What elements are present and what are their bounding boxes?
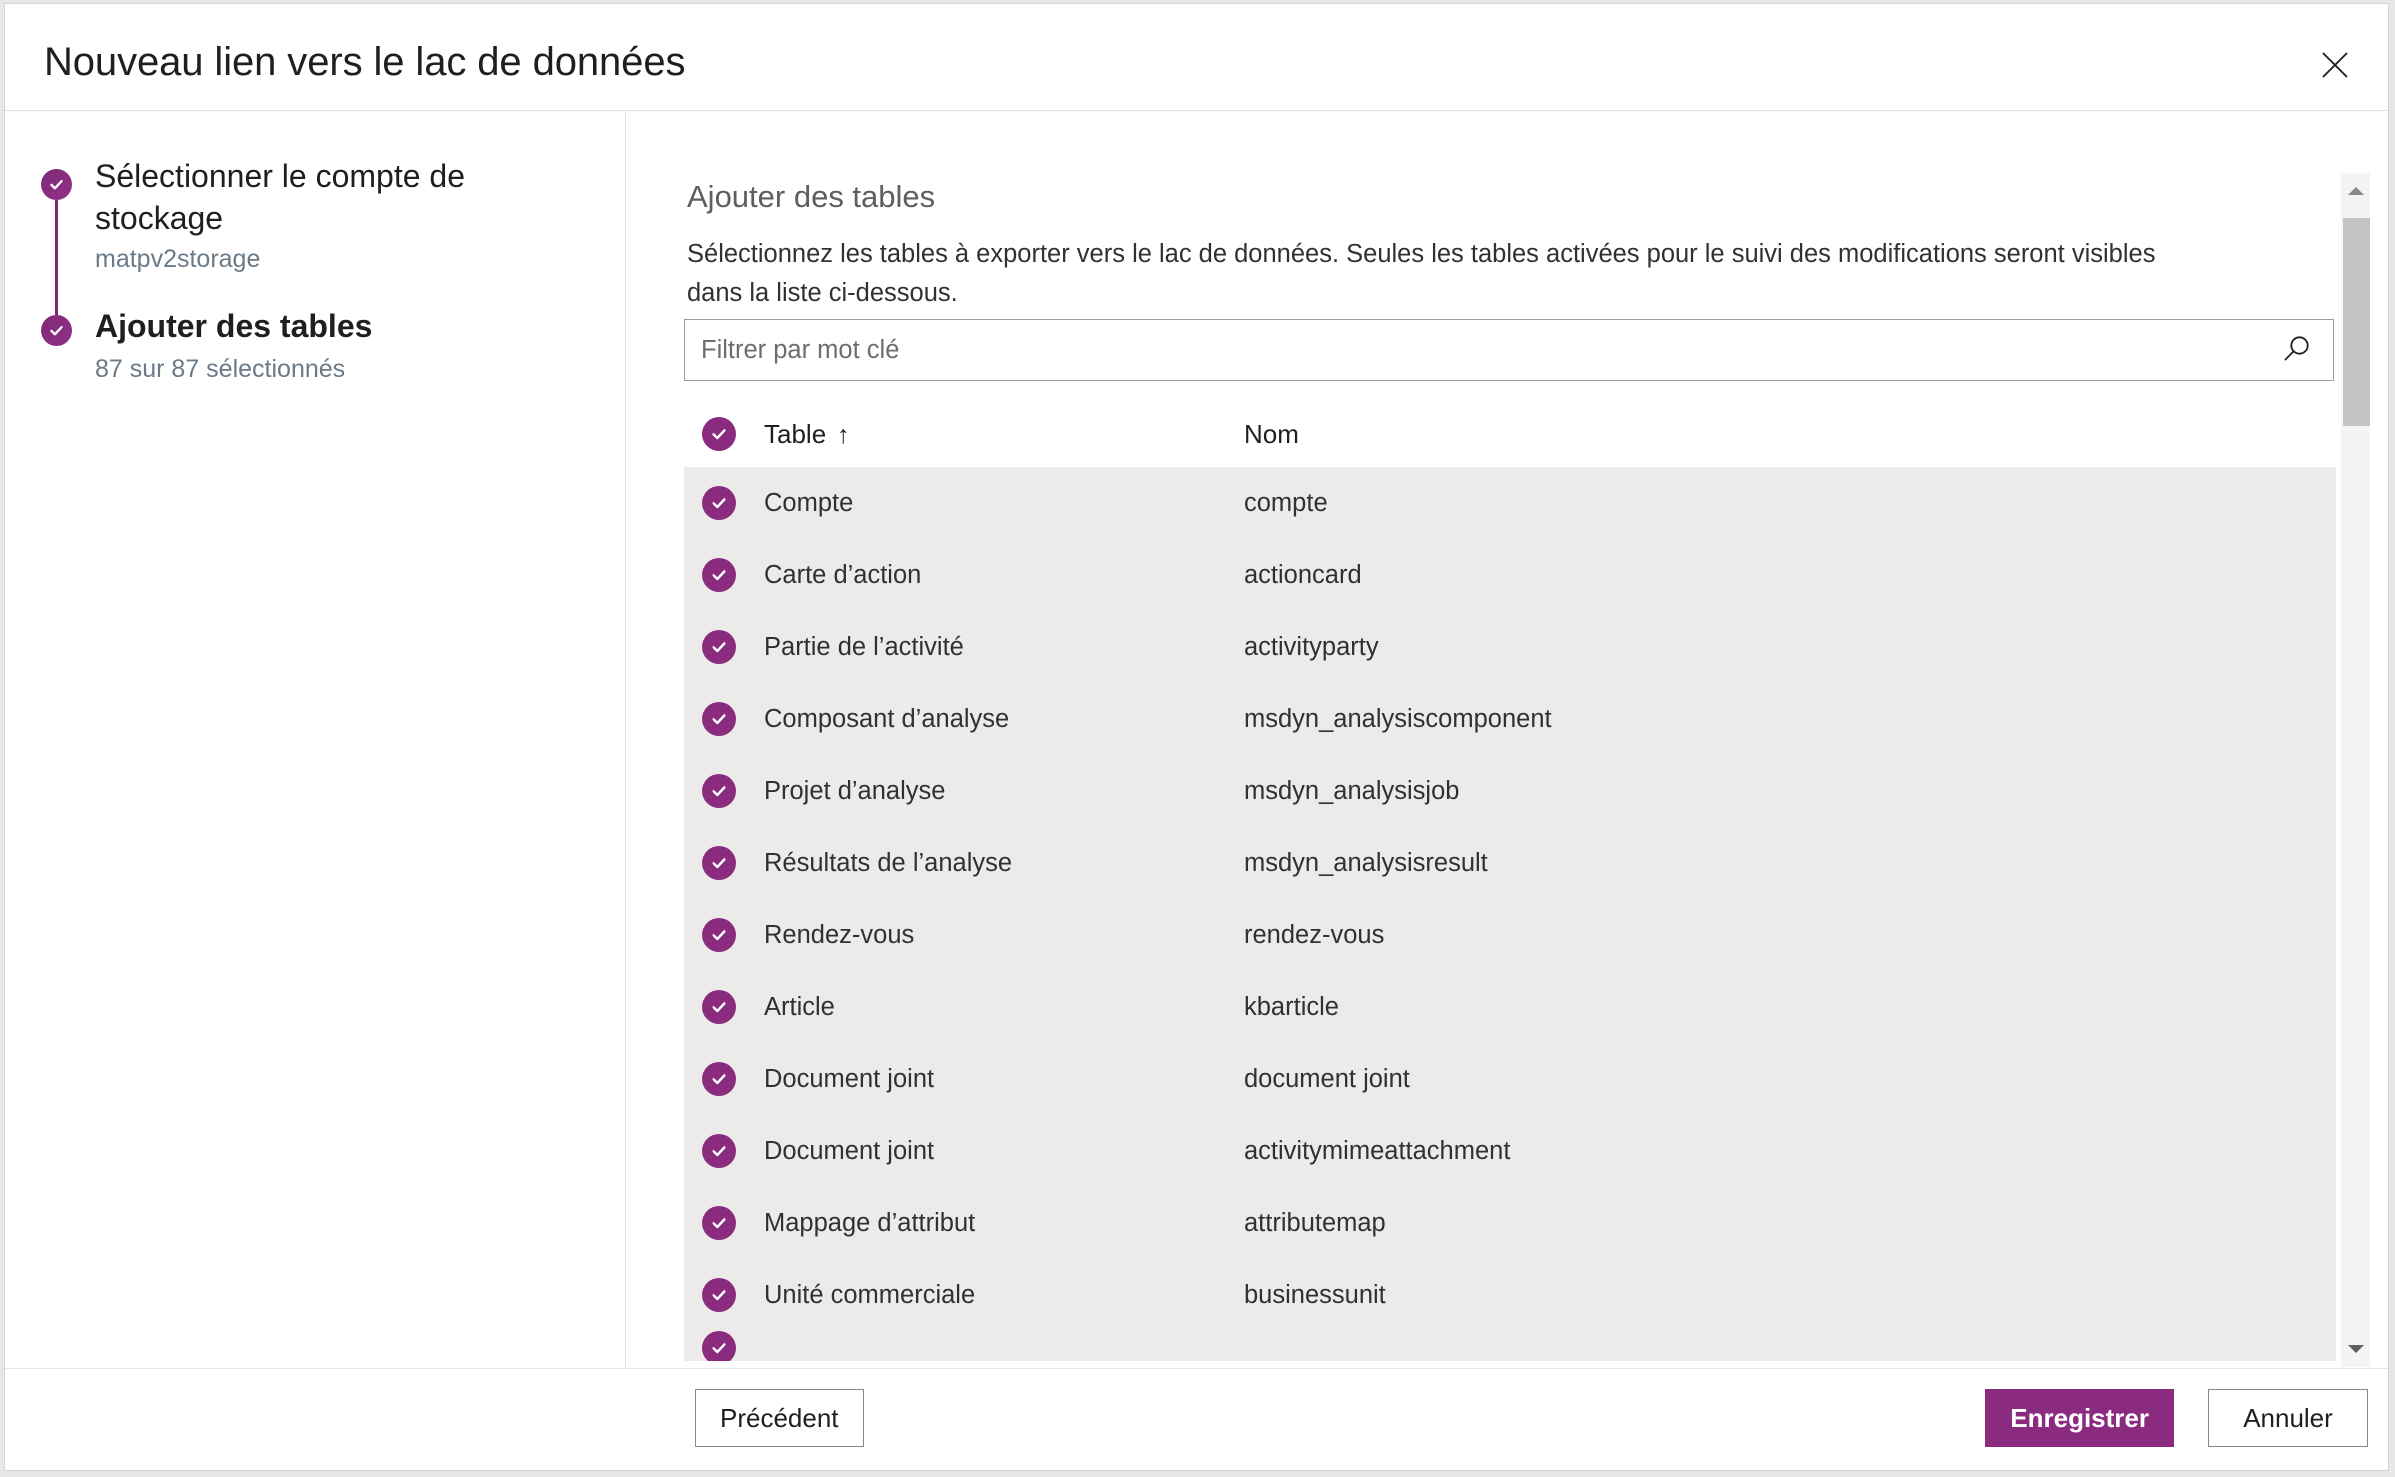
row-check-cell xyxy=(684,630,760,664)
filter-search-box xyxy=(684,319,2334,381)
search-input[interactable] xyxy=(685,320,2245,380)
section-description: Sélectionnez les tables à exporter vers … xyxy=(687,240,2156,307)
row-check-cell xyxy=(684,1331,760,1361)
main-panel: Ajouter des tables Sélectionnez les tabl… xyxy=(626,111,2388,1368)
table-row[interactable]: Document joint document joint xyxy=(684,1043,2336,1115)
row-checkbox[interactable] xyxy=(702,558,736,592)
dialog-header: Nouveau lien vers le lac de données xyxy=(5,4,2388,110)
sidebar-step-title: Sélectionner le compte de stockage xyxy=(95,158,465,236)
row-check-cell xyxy=(684,486,760,520)
cancel-button[interactable]: Annuler xyxy=(2208,1389,2368,1447)
row-nom-label: kbarticle xyxy=(1244,992,1339,1021)
table-row[interactable]: Résultats de l’analyse msdyn_analysisres… xyxy=(684,827,2336,899)
column-header-table[interactable]: Table ↑ xyxy=(760,419,1240,450)
tables-scrollbar[interactable] xyxy=(2341,173,2370,1367)
row-table-label: Document joint xyxy=(764,1064,935,1093)
row-check-cell xyxy=(684,774,760,808)
step-connector-line xyxy=(55,200,58,315)
row-table-label: Compte xyxy=(764,488,854,517)
table-row[interactable]: Composant d’analyse msdyn_analysiscompon… xyxy=(684,683,2336,755)
row-nom-label: document joint xyxy=(1244,1064,1410,1093)
row-nom-label: msdyn_analysisresult xyxy=(1244,848,1488,877)
row-checkbox[interactable] xyxy=(702,846,736,880)
sidebar-step-subtitle: 87 sur 87 sélectionnés xyxy=(95,355,346,383)
previous-button[interactable]: Précédent xyxy=(695,1389,864,1447)
row-check-cell xyxy=(684,702,760,736)
row-check-cell xyxy=(684,918,760,952)
scrollbar-thumb[interactable] xyxy=(2343,218,2370,426)
row-check-cell xyxy=(684,846,760,880)
step-complete-check-icon xyxy=(41,169,72,200)
row-nom-label: activityparty xyxy=(1244,632,1379,661)
search-icon[interactable] xyxy=(2265,320,2327,380)
caret-up-icon[interactable] xyxy=(2341,173,2370,209)
new-data-lake-link-dialog: Nouveau lien vers le lac de données Séle… xyxy=(4,3,2389,1471)
sort-ascending-icon: ↑ xyxy=(837,420,850,449)
row-nom-label: msdyn_analysiscomponent xyxy=(1244,704,1552,733)
table-header-row: Table ↑ Nom xyxy=(684,401,2336,467)
row-checkbox[interactable] xyxy=(702,918,736,952)
row-table-label: Carte d’action xyxy=(764,560,922,589)
row-table-label: Résultats de l’analyse xyxy=(764,848,1013,877)
row-nom-label: compte xyxy=(1244,488,1328,517)
row-table-label: Composant d’analyse xyxy=(764,704,1010,733)
column-header-table-label: Table xyxy=(764,418,827,449)
row-nom-label: msdyn_analysisjob xyxy=(1244,776,1460,805)
table-row[interactable]: Compte compte xyxy=(684,467,2336,539)
caret-down-icon[interactable] xyxy=(2341,1331,2370,1367)
row-checkbox[interactable] xyxy=(702,1278,736,1312)
row-check-cell xyxy=(684,1134,760,1168)
row-checkbox[interactable] xyxy=(702,1134,736,1168)
save-button[interactable]: Enregistrer xyxy=(1985,1389,2174,1447)
table-row[interactable]: Article kbarticle xyxy=(684,971,2336,1043)
row-nom-label: actioncard xyxy=(1244,560,1362,589)
row-checkbox[interactable] xyxy=(702,1206,736,1240)
row-checkbox[interactable] xyxy=(702,486,736,520)
row-check-cell xyxy=(684,1062,760,1096)
row-check-cell xyxy=(684,1206,760,1240)
table-row[interactable]: Partie de l’activité activityparty xyxy=(684,611,2336,683)
row-nom-label: rendez-vous xyxy=(1244,920,1385,949)
table-row[interactable]: Document joint activitymimeattachment xyxy=(684,1115,2336,1187)
row-table-label: Unité commerciale xyxy=(764,1280,976,1309)
row-table-label: Document joint xyxy=(764,1136,935,1165)
table-row[interactable]: Projet d’analyse msdyn_analysisjob xyxy=(684,755,2336,827)
row-check-cell xyxy=(684,558,760,592)
tables-list: Table ↑ Nom Compte compte Carte d’action xyxy=(684,401,2336,1361)
wizard-steps-sidebar: Sélectionner le compte de stockage matpv… xyxy=(5,111,625,1368)
row-checkbox[interactable] xyxy=(702,990,736,1024)
row-checkbox[interactable] xyxy=(702,1331,736,1361)
row-table-label: Article xyxy=(764,992,835,1021)
row-table-label: Partie de l’activité xyxy=(764,632,964,661)
dialog-footer: Précédent Enregistrer Annuler xyxy=(5,1368,2388,1470)
row-check-cell xyxy=(684,1278,760,1312)
section-title: Ajouter des tables xyxy=(687,179,936,214)
table-row[interactable]: Unité commerciale businessunit xyxy=(684,1259,2336,1331)
table-row[interactable]: Mappage d’attribut attributemap xyxy=(684,1187,2336,1259)
footer-divider xyxy=(5,1368,2388,1369)
select-all-cell xyxy=(684,417,760,451)
row-table-label: Mappage d’attribut xyxy=(764,1208,976,1237)
table-row-partial[interactable] xyxy=(684,1331,2336,1361)
sidebar-step-subtitle: matpv2storage xyxy=(95,245,261,273)
row-check-cell xyxy=(684,990,760,1024)
row-nom-label: businessunit xyxy=(1244,1280,1386,1309)
column-header-nom[interactable]: Nom xyxy=(1240,419,2336,450)
row-checkbox[interactable] xyxy=(702,702,736,736)
row-checkbox[interactable] xyxy=(702,774,736,808)
step-current-check-icon xyxy=(41,315,72,346)
table-row[interactable]: Rendez-vous rendez-vous xyxy=(684,899,2336,971)
row-table-label: Rendez-vous xyxy=(764,920,915,949)
page-title: Nouveau lien vers le lac de données xyxy=(44,40,686,84)
table-row[interactable]: Carte d’action actioncard xyxy=(684,539,2336,611)
row-nom-label: attributemap xyxy=(1244,1208,1386,1237)
row-checkbox[interactable] xyxy=(702,1062,736,1096)
table-body: Compte compte Carte d’action actioncard … xyxy=(684,467,2336,1361)
select-all-checkbox[interactable] xyxy=(702,417,736,451)
sidebar-step-title: Ajouter des tables xyxy=(95,308,373,344)
row-table-label: Projet d’analyse xyxy=(764,776,946,805)
row-checkbox[interactable] xyxy=(702,630,736,664)
close-icon[interactable] xyxy=(2306,40,2364,90)
row-nom-label: activitymimeattachment xyxy=(1244,1136,1511,1165)
